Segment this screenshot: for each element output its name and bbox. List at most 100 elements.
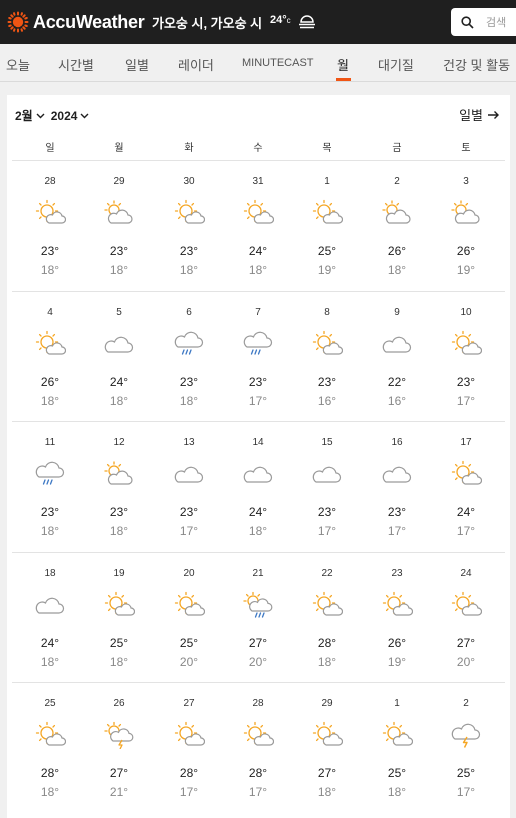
calendar-day-cell[interactable]: 12 23° 18° <box>87 422 151 552</box>
calendar-day-cell[interactable]: 23 26° 19° <box>365 553 429 683</box>
tab-radar[interactable]: 레이더 <box>178 55 214 74</box>
low-temp: 18° <box>317 785 337 800</box>
search-box[interactable]: 검색 <box>451 8 516 36</box>
tab-today[interactable]: 오늘 <box>6 55 30 74</box>
high-temp: 27° <box>109 766 129 781</box>
calendar-day-cell[interactable]: 22 28° 18° <box>295 553 359 683</box>
low-temp: 17° <box>456 524 476 539</box>
partly-sunny-icon <box>243 199 274 224</box>
high-temp: 26° <box>40 374 60 389</box>
tab-health-activities[interactable]: 건강 및 활동 <box>443 55 510 74</box>
month-year-selector: 2월 2024 <box>15 107 95 124</box>
accuweather-logo[interactable]: AccuWeather <box>7 11 145 33</box>
calendar-day-cell[interactable]: 2 26° 18° <box>365 161 429 291</box>
calendar-day-cell[interactable]: 18 24° 18° <box>18 553 82 683</box>
chevron-down-icon[interactable] <box>80 113 89 119</box>
day-number: 28 <box>252 698 264 710</box>
tab-air-quality[interactable]: 대기질 <box>378 55 414 74</box>
calendar-day-cell[interactable]: 13 23° 17° <box>157 422 221 552</box>
partly-sunny-icon <box>312 591 343 616</box>
high-temp: 28° <box>248 766 268 781</box>
calendar-day-cell[interactable]: 31 24° 18° <box>226 161 290 291</box>
high-temp: 28° <box>317 635 337 650</box>
day-number: 9 <box>394 306 400 318</box>
high-temp: 25° <box>456 766 476 781</box>
calendar-day-cell[interactable]: 16 23° 17° <box>365 422 429 552</box>
current-temp[interactable]: 24°c <box>270 14 291 26</box>
tab-hourly[interactable]: 시간별 <box>58 55 94 74</box>
high-temp: 26° <box>387 244 407 258</box>
partly-sunny-icon <box>174 591 205 616</box>
calendar-day-cell[interactable]: 9 22° 16° <box>365 292 429 422</box>
calendar-week-row: 18 24° 18° 19 25° 18° 20 25° 20° 21 27° 20° 22 28° 18°… <box>12 551 505 683</box>
calendar-day-cell[interactable]: 5 24° 18° <box>87 292 151 422</box>
year-dropdown-label[interactable]: 2024 <box>51 109 78 123</box>
calendar-day-cell[interactable]: 30 23° 18° <box>157 161 221 291</box>
high-temp: 23° <box>179 505 199 520</box>
high-temp: 24° <box>40 635 60 650</box>
calendar-day-cell[interactable]: 14 24° 18° <box>226 422 290 552</box>
calendar-day-cell[interactable]: 20 25° 20° <box>157 553 221 683</box>
calendar-day-cell[interactable]: 11 23° 18° <box>18 422 82 552</box>
weekday-label: 일 <box>45 143 55 154</box>
calendar-day-cell[interactable]: 27 28° 17° <box>157 683 221 813</box>
partly-sunny-icon <box>451 330 482 355</box>
partly-sunny-icon <box>382 591 413 616</box>
tab-daily[interactable]: 일별 <box>125 55 149 74</box>
low-temp: 18° <box>40 263 60 277</box>
calendar-day-cell[interactable]: 4 26° 18° <box>18 292 82 422</box>
tab-monthly[interactable]: 월 <box>337 55 349 74</box>
low-temp: 18° <box>387 263 407 277</box>
calendar-day-cell[interactable]: 21 27° 20° <box>226 553 290 683</box>
high-temp: 25° <box>387 766 407 781</box>
month-dropdown-label[interactable]: 2월 <box>15 107 33 124</box>
low-temp: 17° <box>248 393 268 408</box>
day-number: 25 <box>44 698 56 710</box>
calendar-day-cell[interactable]: 1 25° 19° <box>295 161 359 291</box>
calendar-day-cell[interactable]: 8 23° 16° <box>295 292 359 422</box>
calendar-day-cell[interactable]: 2 25° 17° <box>434 683 498 813</box>
low-temp: 18° <box>40 785 60 800</box>
calendar-day-cell[interactable]: 19 25° 18° <box>87 553 151 683</box>
calendar-day-cell[interactable]: 6 23° 18° <box>157 292 221 422</box>
high-temp: 28° <box>179 766 199 781</box>
weekday-label: 금 <box>392 143 402 154</box>
calendar-day-cell[interactable]: 28 28° 17° <box>226 683 290 813</box>
calendar-day-cell[interactable]: 26 27° 21° <box>87 683 151 813</box>
day-number: 28 <box>44 176 56 187</box>
day-number: 1 <box>394 698 400 710</box>
daily-forecast-link[interactable]: 일별 <box>459 105 500 124</box>
day-number: 30 <box>183 176 195 187</box>
low-temp: 17° <box>179 524 199 539</box>
low-temp: 17° <box>456 393 476 408</box>
location-name[interactable]: 가오숭 시, 가오숭 시 <box>152 13 262 32</box>
calendar-day-cell[interactable]: 15 23° 17° <box>295 422 359 552</box>
day-number: 31 <box>252 176 264 187</box>
low-temp: 17° <box>456 785 476 800</box>
calendar-day-cell[interactable]: 10 23° 17° <box>434 292 498 422</box>
tab-minutecast[interactable]: MINUTECAST <box>242 57 314 69</box>
chevron-down-icon[interactable] <box>36 113 45 119</box>
high-temp: 26° <box>387 635 407 650</box>
calendar-day-cell[interactable]: 1 25° 18° <box>365 683 429 813</box>
search-placeholder: 검색 <box>486 17 507 29</box>
high-temp: 24° <box>456 505 476 520</box>
calendar-day-cell[interactable]: 29 23° 18° <box>87 161 151 291</box>
calendar-day-cell[interactable]: 7 23° 17° <box>226 292 290 422</box>
mostly-cloudy-icon <box>451 200 480 224</box>
calendar-day-cell[interactable]: 29 27° 18° <box>295 683 359 813</box>
day-number: 5 <box>116 306 122 318</box>
partly-sunny-icon <box>312 722 343 746</box>
calendar-day-cell[interactable]: 24 27° 20° <box>434 553 498 683</box>
calendar-day-cell[interactable]: 3 26° 19° <box>434 161 498 291</box>
calendar-day-cell[interactable]: 28 23° 18° <box>18 161 82 291</box>
day-number: 19 <box>113 567 125 579</box>
high-temp: 25° <box>179 635 199 650</box>
low-temp: 18° <box>248 263 268 277</box>
current-temp-unit: c <box>286 16 291 25</box>
calendar-day-cell[interactable]: 17 24° 17° <box>434 422 498 552</box>
low-temp: 17° <box>179 785 199 800</box>
calendar-day-cell[interactable]: 25 28° 18° <box>18 683 82 813</box>
low-temp: 20° <box>456 654 476 669</box>
cloudy-icon <box>382 466 412 483</box>
